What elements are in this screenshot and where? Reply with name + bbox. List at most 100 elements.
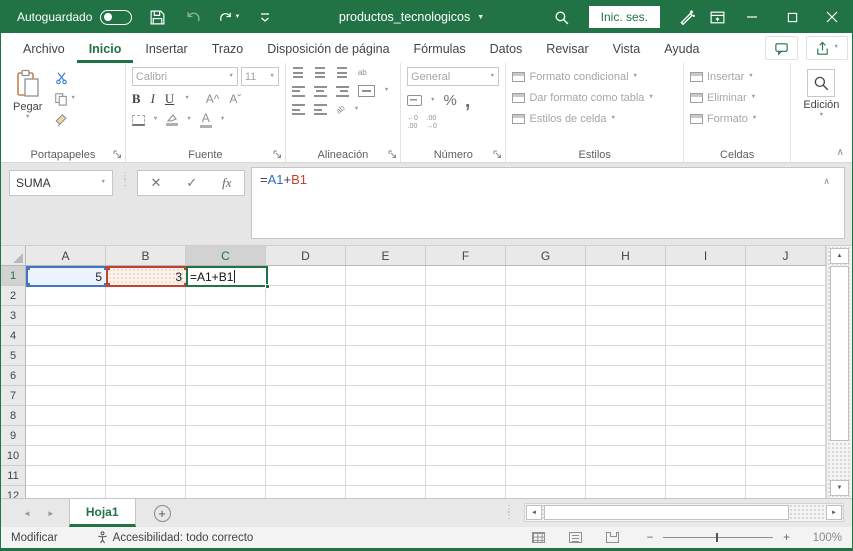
save-icon[interactable]: [146, 6, 168, 28]
align-left-icon[interactable]: [291, 85, 305, 97]
add-sheet-icon[interactable]: +: [153, 504, 171, 522]
tab-inicio[interactable]: Inicio: [76, 33, 134, 63]
select-all-button[interactable]: [1, 246, 26, 266]
italic-button[interactable]: I: [151, 91, 155, 107]
paste-button[interactable]: Pegar ▼: [7, 67, 48, 146]
row-header-2[interactable]: 2: [1, 286, 26, 306]
scroll-up-icon[interactable]: ▲: [830, 248, 849, 264]
insert-cells-button[interactable]: Insertar ▼: [689, 67, 784, 86]
enter-icon[interactable]: ✓: [186, 175, 197, 191]
col-header-G[interactable]: G: [506, 246, 586, 266]
zoom-out-icon[interactable]: −: [647, 532, 654, 544]
cancel-icon[interactable]: ✕: [150, 175, 161, 191]
cell-B1[interactable]: 3: [106, 266, 188, 287]
wrap-text-icon[interactable]: ab: [358, 68, 367, 77]
comma-style-icon[interactable]: ,: [465, 91, 471, 111]
sheet-tab-hoja1[interactable]: Hoja1: [68, 499, 136, 527]
font-dialog-launcher-icon[interactable]: [273, 150, 282, 159]
col-header-I[interactable]: I: [666, 246, 746, 266]
tab-disposicion[interactable]: Disposición de página: [255, 33, 401, 63]
number-format-select[interactable]: General ▼: [407, 67, 500, 86]
conditional-formatting-button[interactable]: Formato condicional ▼: [512, 67, 676, 86]
alignment-dialog-launcher-icon[interactable]: [388, 150, 397, 159]
row-header-7[interactable]: 7: [1, 386, 26, 406]
row-header-6[interactable]: 6: [1, 366, 26, 386]
page-layout-view-icon[interactable]: [568, 532, 582, 543]
row-header-5[interactable]: 5: [1, 346, 26, 366]
grow-font-button[interactable]: A^: [206, 92, 220, 106]
col-header-E[interactable]: E: [346, 246, 426, 266]
formula-input[interactable]: =A1+B1 ∧: [251, 167, 845, 239]
clipboard-dialog-launcher-icon[interactable]: [113, 150, 122, 159]
tab-ayuda[interactable]: Ayuda: [652, 33, 711, 63]
row-header-11[interactable]: 11: [1, 466, 26, 486]
prev-sheet-icon[interactable]: ◄: [23, 509, 31, 518]
row-header-8[interactable]: 8: [1, 406, 26, 426]
comments-button[interactable]: [764, 36, 798, 60]
tab-archivo[interactable]: Archivo: [11, 33, 77, 63]
cut-icon[interactable]: [54, 71, 75, 85]
cell-C1-editing[interactable]: =A1+B1: [186, 266, 270, 289]
format-cells-button[interactable]: Formato ▼: [689, 109, 784, 128]
underline-caret-icon[interactable]: ▼: [184, 96, 189, 102]
page-break-view-icon[interactable]: [605, 532, 619, 543]
align-middle-icon[interactable]: [313, 67, 327, 78]
zoom-slider[interactable]: [663, 533, 774, 542]
cells-area[interactable]: [26, 266, 826, 498]
horizontal-scroll-thumb[interactable]: [544, 505, 789, 520]
percent-style-icon[interactable]: %: [443, 92, 456, 109]
sign-in-button[interactable]: Inic. ses.: [588, 6, 660, 28]
search-icon[interactable]: [547, 2, 577, 32]
fill-handle[interactable]: [265, 284, 270, 289]
row-header-1[interactable]: 1: [1, 266, 26, 286]
zoom-in-icon[interactable]: +: [783, 532, 790, 544]
autosave-control[interactable]: Autoguardado: [17, 9, 133, 25]
collapse-ribbon-icon[interactable]: ∧: [837, 147, 844, 158]
bold-button[interactable]: B: [132, 91, 141, 107]
close-button[interactable]: [812, 1, 852, 33]
scroll-left-icon[interactable]: ◄: [526, 505, 542, 520]
increase-indent-icon[interactable]: [313, 104, 327, 115]
scroll-right-icon[interactable]: ►: [826, 505, 842, 520]
col-header-C[interactable]: C: [186, 246, 266, 266]
vertical-scrollbar[interactable]: ▲ ▼: [826, 246, 852, 498]
align-right-icon[interactable]: [335, 85, 349, 97]
cell-A1[interactable]: 5: [26, 266, 108, 287]
fill-color-icon[interactable]: [166, 114, 179, 126]
share-button[interactable]: ▼: [805, 36, 848, 60]
next-sheet-icon[interactable]: ►: [47, 509, 55, 518]
tab-revisar[interactable]: Revisar: [534, 33, 600, 63]
number-dialog-launcher-icon[interactable]: [493, 150, 502, 159]
tab-datos[interactable]: Datos: [478, 33, 535, 63]
font-color-icon[interactable]: A: [199, 112, 212, 128]
maximize-button[interactable]: [772, 1, 812, 33]
customize-quick-access-icon[interactable]: [254, 6, 276, 28]
tab-insertar[interactable]: Insertar: [133, 33, 199, 63]
horizontal-scrollbar[interactable]: ◄ ►: [524, 503, 844, 522]
vertical-scroll-thumb[interactable]: [830, 266, 849, 441]
col-header-D[interactable]: D: [266, 246, 346, 266]
format-as-table-button[interactable]: Dar formato como tabla ▼: [512, 88, 676, 107]
name-box[interactable]: SUMA ▼: [9, 170, 113, 196]
decrease-indent-icon[interactable]: [291, 104, 305, 115]
accounting-format-icon[interactable]: [407, 95, 423, 106]
wand-icon[interactable]: [672, 2, 702, 32]
col-header-A[interactable]: A: [26, 246, 106, 266]
tab-vista[interactable]: Vista: [601, 33, 653, 63]
zoom-slider-thumb[interactable]: [716, 533, 719, 542]
align-top-icon[interactable]: [291, 67, 305, 78]
row-header-3[interactable]: 3: [1, 306, 26, 326]
align-center-icon[interactable]: [313, 85, 327, 97]
col-header-H[interactable]: H: [586, 246, 666, 266]
increase-decimal-icon[interactable]: ←0 .00: [407, 115, 418, 131]
scroll-down-icon[interactable]: ▼: [830, 480, 849, 496]
accessibility-status[interactable]: Accesibilidad: todo correcto: [96, 531, 253, 544]
col-header-F[interactable]: F: [426, 246, 506, 266]
editing-button[interactable]: Edición ▼: [797, 67, 845, 146]
col-header-J[interactable]: J: [746, 246, 826, 266]
document-title[interactable]: productos_tecnologicos ▼: [276, 10, 546, 24]
row-header-10[interactable]: 10: [1, 446, 26, 466]
redo-caret-icon[interactable]: ▼: [234, 14, 240, 20]
cell-styles-button[interactable]: Estilos de celda ▼: [512, 109, 676, 128]
align-bottom-icon[interactable]: [335, 67, 349, 78]
